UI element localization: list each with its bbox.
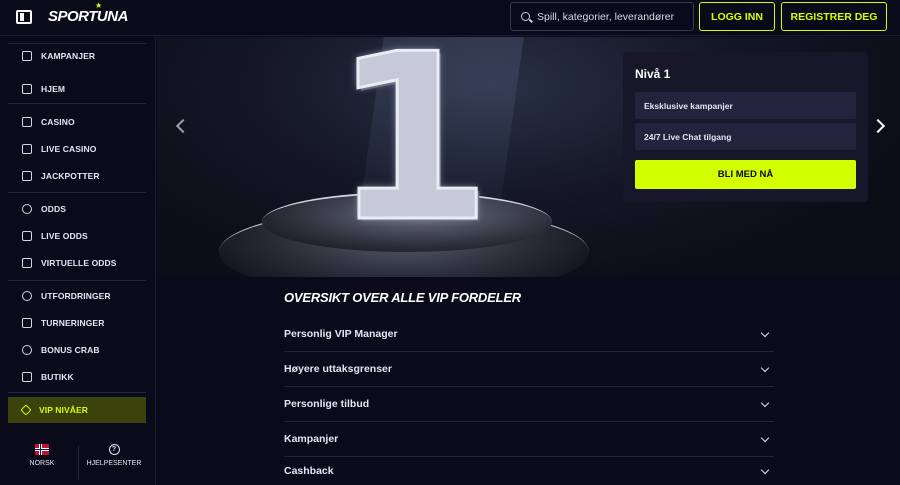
sidebar-item-bonus-crab[interactable]: BONUS CRAB <box>8 339 146 361</box>
sidebar-item-label: UTFORDRINGER <box>41 291 111 301</box>
benefit-label: Personlige tilbud <box>284 398 370 410</box>
language-label: NORSK <box>29 460 55 467</box>
benefit-accordion-row[interactable]: Høyere uttaksgrenser <box>284 352 774 387</box>
casino-icon <box>22 117 32 127</box>
target-icon <box>22 291 32 301</box>
football-icon <box>22 204 32 214</box>
benefit-label: Kampanjer <box>284 433 339 445</box>
sidebar-divider <box>8 192 146 193</box>
vip-feature: Eksklusive kampanjer <box>635 92 856 119</box>
vip-level-card: Nivå 1 Eksklusive kampanjer 24/7 Live Ch… <box>623 52 868 202</box>
benefit-label: Cashback <box>284 465 334 477</box>
chevron-down-icon <box>760 363 770 372</box>
chevron-down-icon <box>760 433 770 442</box>
sidebar-item-label: BUTIKK <box>41 372 74 382</box>
sidebar-item-label: CASINO <box>41 117 75 127</box>
search-box[interactable] <box>510 2 694 31</box>
carousel-next-icon[interactable] <box>870 118 886 134</box>
sidebar-divider <box>8 43 146 44</box>
benefit-accordion-row[interactable]: Personlig VIP Manager <box>284 317 774 352</box>
login-button[interactable]: LOGG INN <box>699 2 775 31</box>
trophy-icon <box>22 318 32 328</box>
sidebar-item-label: JACKPOTTER <box>41 171 100 181</box>
sidebar: KAMPANJER HJEM CASINO LIVE CASINO JACKPO… <box>0 36 156 485</box>
sidebar-item-label: ODDS <box>41 204 66 214</box>
sidebar-item-vip-nivaer[interactable]: VIP NIVÅER <box>8 397 146 423</box>
chevron-down-icon <box>760 398 770 407</box>
seven-icon <box>22 171 32 181</box>
sidebar-item-kampanjer[interactable]: KAMPANJER <box>8 45 146 67</box>
sidebar-item-label: LIVE CASINO <box>41 144 97 154</box>
sidebar-item-label: VIRTUELLE ODDS <box>41 258 117 268</box>
sidebar-divider <box>8 103 146 104</box>
sidebar-divider <box>8 392 146 393</box>
sidebar-item-turneringer[interactable]: TURNERINGER <box>8 312 146 334</box>
card-icon <box>22 144 32 154</box>
sidebar-toggle-icon[interactable] <box>16 10 32 24</box>
logo-star-icon: ★ <box>95 1 103 10</box>
level-badge-number: 1 <box>330 37 493 273</box>
sidebar-item-label: TURNERINGER <box>41 318 105 328</box>
language-selector[interactable]: NORSK <box>12 444 72 467</box>
sidebar-item-label: BONUS CRAB <box>41 345 100 355</box>
sidebar-item-live-odds[interactable]: LIVE ODDS <box>8 225 146 247</box>
sidebar-item-label: VIP NIVÅER <box>39 405 89 415</box>
benefits-title: OVERSIKT OVER ALLE VIP FORDELER <box>284 290 521 305</box>
vip-level-title: Nivå 1 <box>635 67 671 81</box>
help-center-link[interactable]: ? HJELPESENTER <box>84 444 144 467</box>
footer-divider <box>78 446 79 480</box>
sidebar-item-hjem[interactable]: HJEM <box>8 78 146 100</box>
top-bar: SPORTUNA ★ LOGG INN REGISTRER DEG <box>0 0 900 36</box>
sidebar-item-label: LIVE ODDS <box>41 231 88 241</box>
join-button[interactable]: BLI MED NÅ <box>635 160 856 189</box>
sidebar-item-casino[interactable]: CASINO <box>8 111 146 133</box>
help-icon: ? <box>108 444 120 455</box>
gamepad-icon <box>22 258 32 268</box>
logo[interactable]: SPORTUNA <box>48 8 128 25</box>
crab-icon <box>22 345 32 355</box>
sidebar-divider <box>8 280 146 281</box>
benefit-accordion-row[interactable]: Kampanjer <box>284 422 774 457</box>
search-input[interactable] <box>537 10 693 23</box>
vip-hero-banner: 1 Nivå 1 Eksklusive kampanjer 24/7 Live … <box>157 37 900 277</box>
chevron-down-icon <box>760 328 770 337</box>
benefit-label: Høyere uttaksgrenser <box>284 363 392 375</box>
chevron-down-icon <box>760 465 770 474</box>
gift-icon <box>22 51 32 61</box>
register-button[interactable]: REGISTRER DEG <box>781 2 887 31</box>
sidebar-item-label: KAMPANJER <box>41 51 96 61</box>
sidebar-item-jackpotter[interactable]: JACKPOTTER <box>8 165 146 187</box>
shop-icon <box>22 372 32 382</box>
vip-feature: 24/7 Live Chat tilgang <box>635 123 856 150</box>
diamond-icon <box>20 404 32 416</box>
benefit-accordion-row[interactable]: Personlige tilbud <box>284 387 774 422</box>
norway-flag-icon <box>35 444 49 455</box>
benefit-label: Personlig VIP Manager <box>284 328 398 340</box>
sidebar-item-butikk[interactable]: BUTIKK <box>8 366 146 388</box>
help-label: HJELPESENTER <box>86 460 142 467</box>
search-icon <box>521 12 530 21</box>
benefit-accordion-row[interactable]: Cashback <box>284 457 774 485</box>
sidebar-item-live-casino[interactable]: LIVE CASINO <box>8 138 146 160</box>
sidebar-item-virtuelle-odds[interactable]: VIRTUELLE ODDS <box>8 252 146 274</box>
sidebar-item-odds[interactable]: ODDS <box>8 198 146 220</box>
home-icon <box>22 84 32 94</box>
sidebar-item-label: HJEM <box>41 84 66 94</box>
live-tv-icon <box>22 231 32 241</box>
carousel-prev-icon[interactable] <box>175 118 191 134</box>
sidebar-item-utfordringer[interactable]: UTFORDRINGER <box>8 285 146 307</box>
